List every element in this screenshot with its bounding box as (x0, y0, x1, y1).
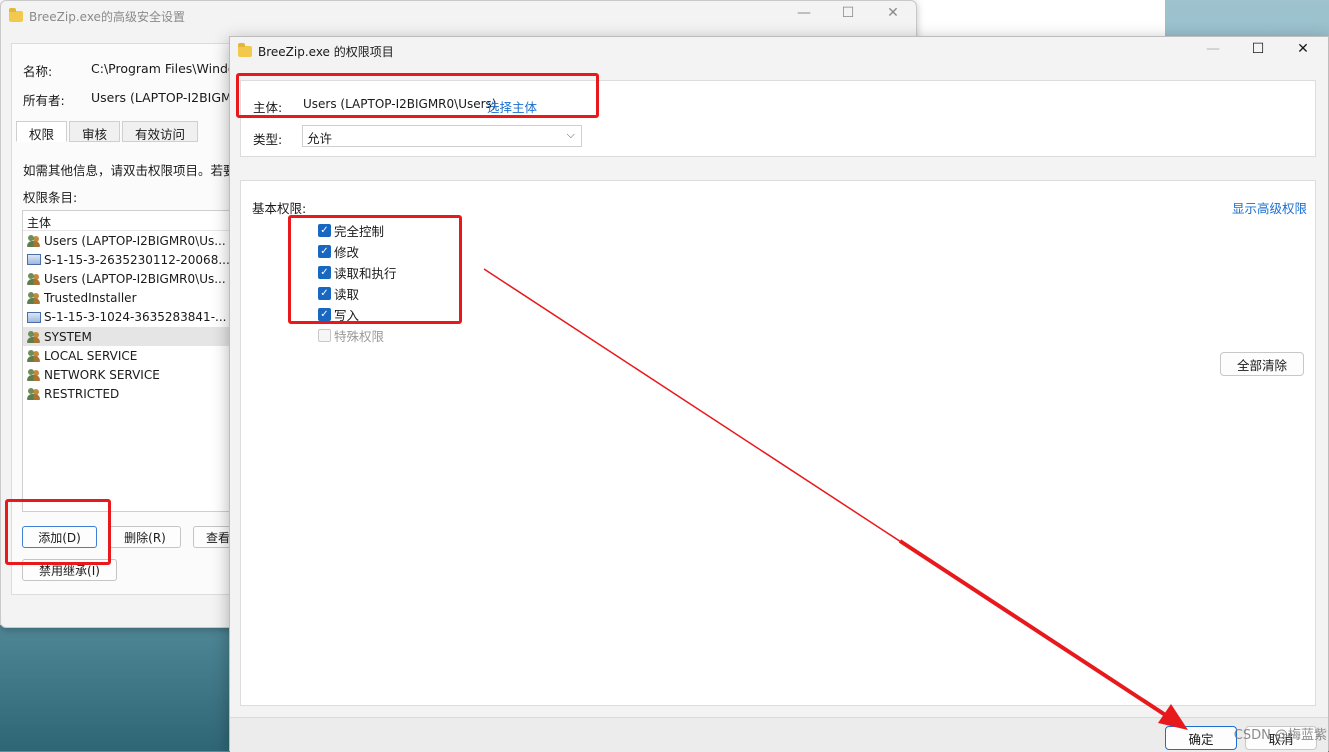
remove-button[interactable]: 删除(R) (109, 526, 181, 548)
list-item[interactable]: S-1-15-3-1024-3635283841-... (23, 308, 237, 327)
folder-icon (9, 7, 23, 22)
name-value: C:\Program Files\Windo (91, 61, 236, 76)
sid-icon (27, 254, 41, 266)
list-item[interactable]: SYSTEM (23, 326, 237, 347)
list-item[interactable]: Users (LAPTOP-I2BIGMR0\Us... (23, 231, 237, 250)
info-text: 如需其他信息，请双击权限项目。若要 (23, 163, 236, 178)
list-item-label: S-1-15-3-1024-3635283841-... (44, 310, 227, 325)
select-principal-link[interactable]: 选择主体 (487, 97, 537, 116)
tab-auditing[interactable]: 审核 (69, 121, 121, 142)
list-item-label: SYSTEM (44, 329, 92, 344)
dialog-title: BreeZip.exe 的权限项目 (258, 44, 394, 59)
dialog-maximize-button[interactable]: ☐ (1235, 41, 1281, 57)
list-item-label: LOCAL SERVICE (44, 348, 138, 363)
permission-label: 特殊权限 (334, 328, 385, 344)
owner-label: 所有者: (23, 93, 65, 108)
permission-write[interactable]: ✓ 写入 (318, 304, 359, 324)
list-item[interactable]: Users (LAPTOP-I2BIGMR0\Us... (23, 269, 237, 288)
name-row: 名称: C:\Program Files\Windo (23, 61, 236, 80)
entries-label: 权限条目: (23, 190, 78, 205)
permission-entries-list[interactable]: 主体 Users (LAPTOP-I2BIGMR0\Us... S-1-15-3… (22, 210, 238, 512)
principal-value: Users (LAPTOP-I2BIGMR0\Users) (303, 97, 497, 111)
checkbox-checked-icon[interactable]: ✓ (318, 307, 331, 321)
tab-effective-access[interactable]: 有效访问 (122, 121, 199, 142)
type-select-value: 允许 (307, 131, 333, 146)
basic-permissions-label: 基本权限: (252, 201, 307, 216)
list-header-principal[interactable]: 主体 (23, 211, 237, 231)
principal-panel: 主体: Users (LAPTOP-I2BIGMR0\Users) 选择主体 类… (240, 80, 1316, 157)
owner-row: 所有者: Users (LAPTOP-I2BIGMR (23, 90, 241, 109)
list-item-label: RESTRICTED (44, 387, 120, 402)
type-label: 类型: (253, 132, 283, 147)
permission-label: 读取和执行 (334, 265, 397, 281)
list-item[interactable]: S-1-15-3-2635230112-20068... (23, 250, 237, 269)
window-title: BreeZip.exe的高级安全设置 (29, 9, 185, 24)
checkbox-checked-icon[interactable]: ✓ (318, 244, 331, 258)
desktop-wallpaper-bottom (0, 625, 232, 751)
basic-permissions-panel: 基本权限: 显示高级权限 ✓ 完全控制 ✓ 修改 ✓ 读取和执行 ✓ 读取 ✓ … (240, 180, 1316, 706)
watermark: CSDN @梅蓝紫 (1233, 728, 1327, 743)
maximize-button[interactable]: ☐ (825, 5, 871, 21)
users-icon (27, 292, 41, 305)
dialog-close-button[interactable]: ✕ (1280, 41, 1326, 57)
checkbox-checked-icon[interactable]: ✓ (318, 223, 331, 237)
close-button[interactable]: ✕ (870, 5, 916, 21)
permission-label: 修改 (334, 244, 360, 260)
checkbox-checked-icon[interactable]: ✓ (318, 265, 331, 279)
permission-full-control[interactable]: ✓ 完全控制 (318, 220, 384, 240)
list-item-label: Users (LAPTOP-I2BIGMR0\Us... (44, 271, 226, 286)
users-icon (27, 272, 41, 285)
checkbox-unchecked-icon (318, 328, 331, 342)
type-select[interactable]: 允许 ⌵ (302, 125, 582, 147)
dialog-minimize-button[interactable]: — (1190, 41, 1236, 57)
checkbox-checked-icon[interactable]: ✓ (318, 286, 331, 300)
users-icon (27, 349, 41, 362)
folder-icon (238, 42, 252, 57)
permission-read[interactable]: ✓ 读取 (318, 283, 359, 303)
name-label: 名称: (23, 64, 53, 79)
list-item-label: NETWORK SERVICE (44, 367, 160, 382)
minimize-button[interactable]: — (781, 5, 827, 21)
permission-label: 读取 (334, 286, 360, 302)
owner-value: Users (LAPTOP-I2BIGMR (91, 90, 241, 105)
dialog-titlebar: BreeZip.exe 的权限项目 (230, 37, 1328, 65)
list-item-label: S-1-15-3-2635230112-20068... (44, 252, 230, 267)
list-item[interactable]: NETWORK SERVICE (23, 365, 237, 384)
users-icon (27, 234, 41, 247)
list-item-label: Users (LAPTOP-I2BIGMR0\Us... (44, 233, 226, 248)
disable-inheritance-button[interactable]: 禁用继承(I) (22, 559, 117, 581)
list-item[interactable]: TrustedInstaller (23, 289, 237, 308)
chevron-down-icon: ⌵ (566, 128, 575, 141)
tab-bar: 权限 审核 有效访问 (16, 121, 200, 142)
dialog-footer: 确定 取消 (230, 717, 1328, 752)
users-icon (27, 368, 41, 381)
list-item[interactable]: RESTRICTED (23, 385, 237, 404)
users-icon (27, 330, 41, 343)
users-icon (27, 388, 41, 401)
show-advanced-permissions-link[interactable]: 显示高级权限 (1232, 198, 1307, 217)
permission-label: 写入 (334, 307, 360, 323)
tab-permissions[interactable]: 权限 (16, 121, 68, 142)
ok-button[interactable]: 确定 (1165, 726, 1237, 750)
permission-modify[interactable]: ✓ 修改 (318, 241, 359, 261)
permission-entry-dialog: BreeZip.exe 的权限项目 — ☐ ✕ 主体: Users (LAPTO… (229, 36, 1329, 752)
clear-all-button[interactable]: 全部清除 (1220, 352, 1304, 376)
permission-read-execute[interactable]: ✓ 读取和执行 (318, 262, 397, 282)
permission-special: 特殊权限 (318, 325, 384, 345)
advanced-security-titlebar: BreeZip.exe的高级安全设置 (1, 1, 916, 31)
principal-label: 主体: (253, 100, 283, 115)
list-item-label: TrustedInstaller (44, 291, 137, 306)
sid-icon (27, 311, 41, 323)
permission-label: 完全控制 (334, 223, 385, 239)
add-button[interactable]: 添加(D) (22, 526, 97, 548)
list-item[interactable]: LOCAL SERVICE (23, 346, 237, 365)
